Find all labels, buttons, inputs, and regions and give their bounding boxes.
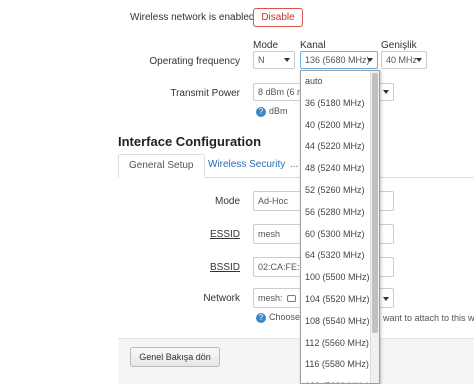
width-column-header: Genişlik xyxy=(381,40,417,51)
width-select[interactable]: 40 MHz xyxy=(381,51,427,69)
channel-option[interactable]: 40 (5200 MHz) xyxy=(301,115,379,137)
channel-option[interactable]: auto xyxy=(301,71,379,93)
channel-option[interactable]: 64 (5320 MHz) xyxy=(301,245,379,267)
channel-dropdown-list[interactable]: auto 36 (5180 MHz) 40 (5200 MHz) 44 (5220 M… xyxy=(300,70,380,384)
essid-label: ESSID xyxy=(209,229,240,240)
channel-select-value: 136 (5680 MHz) xyxy=(305,55,370,65)
bssid-value: 02:CA:FE:C xyxy=(258,262,307,272)
network-value: mesh: xyxy=(258,293,283,303)
chevron-down-icon xyxy=(383,90,389,94)
disable-button[interactable]: Disable xyxy=(253,8,303,27)
wireless-enabled-label: Wireless network is enabled xyxy=(130,12,255,23)
channel-column-header: Kanal xyxy=(300,40,326,51)
channel-option[interactable]: 56 (5280 MHz) xyxy=(301,202,379,224)
channel-option[interactable]: 48 (5240 MHz) xyxy=(301,158,379,180)
mode-field-value: Ad-Hoc xyxy=(258,196,289,206)
channel-option[interactable]: 52 (5260 MHz) xyxy=(301,180,379,202)
help-icon: ? xyxy=(256,312,266,323)
channel-option[interactable]: 112 (5560 MHz) xyxy=(301,333,379,355)
network-help-tail: want to attach to this wire xyxy=(383,313,474,323)
channel-option[interactable]: 44 (5220 MHz) xyxy=(301,136,379,158)
transmit-power-hint: ? dBm xyxy=(256,106,288,117)
chevron-down-icon xyxy=(416,58,422,62)
network-label: Network xyxy=(203,293,240,304)
help-icon: ? xyxy=(256,106,266,117)
chevron-down-icon xyxy=(383,297,389,301)
dropdown-scrollbar-thumb[interactable] xyxy=(372,73,378,333)
mode-field-label: Mode xyxy=(214,196,240,207)
channel-options: auto 36 (5180 MHz) 40 (5200 MHz) 44 (5220 M… xyxy=(301,71,379,383)
chevron-down-icon xyxy=(284,58,290,62)
channel-option[interactable]: 108 (5540 MHz) xyxy=(301,311,379,333)
channel-select[interactable]: 136 (5680 MHz) xyxy=(300,51,378,69)
transmit-unit-text: dBm xyxy=(269,106,288,116)
channel-option[interactable]: 36 (5180 MHz) xyxy=(301,93,379,115)
network-icon xyxy=(287,295,297,303)
chevron-down-icon xyxy=(367,58,373,62)
mode-select-value: N xyxy=(258,55,265,65)
transmit-power-label: Transmit Power xyxy=(170,88,240,99)
bssid-label: BSSID xyxy=(209,262,240,273)
channel-option[interactable]: 120 (5600 MHz) xyxy=(301,376,379,383)
back-to-overview-button[interactable]: Genel Bakışa dön xyxy=(130,347,220,367)
channel-option[interactable]: 104 (5520 MHz) xyxy=(301,289,379,311)
interface-configuration-title: Interface Configuration xyxy=(118,134,262,149)
channel-option[interactable]: 116 (5580 MHz) xyxy=(301,354,379,376)
tab-wireless-security[interactable]: Wireless Security xyxy=(198,154,295,178)
essid-value: mesh xyxy=(258,229,281,239)
mode-select[interactable]: N xyxy=(253,51,295,69)
mode-column-header: Mode xyxy=(253,40,279,51)
dropdown-scrollbar[interactable] xyxy=(370,71,379,383)
operating-frequency-label: Operating frequency xyxy=(149,56,240,67)
tab-more[interactable]: ... xyxy=(290,154,300,178)
channel-option[interactable]: 60 (5300 MHz) xyxy=(301,224,379,246)
tab-general-setup[interactable]: General Setup xyxy=(118,154,205,178)
network-help: ? Choose xyxy=(256,312,300,323)
transmit-power-value: 8 dBm (6 m xyxy=(258,87,305,97)
width-select-value: 40 MHz xyxy=(386,55,418,65)
channel-option[interactable]: 100 (5500 MHz) xyxy=(301,267,379,289)
tab-more-label: ... xyxy=(290,159,299,170)
network-help-text: Choose xyxy=(269,312,301,322)
